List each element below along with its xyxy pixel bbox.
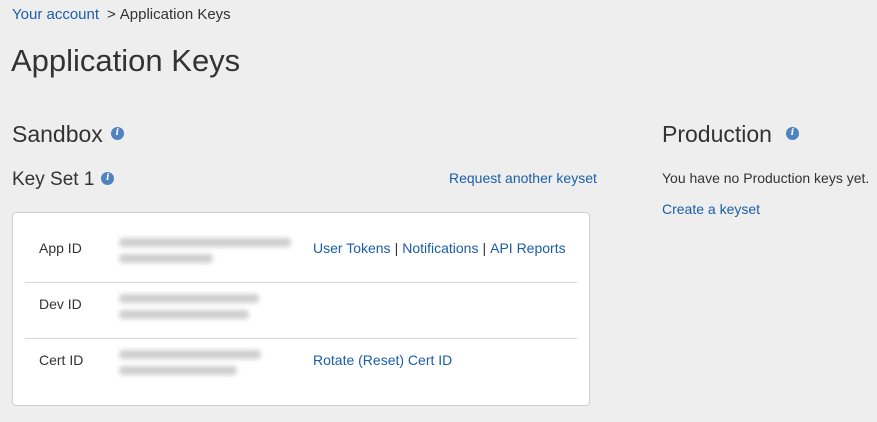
cert-id-value-redacted bbox=[119, 350, 299, 386]
notifications-link[interactable]: Notifications bbox=[402, 240, 478, 256]
rotate-cert-id-link[interactable]: Rotate (Reset) Cert ID bbox=[313, 352, 452, 368]
production-section-title: Production i bbox=[662, 120, 799, 148]
keyset-title-text: Key Set 1 bbox=[12, 169, 95, 190]
keyset-info-icon[interactable]: i bbox=[101, 172, 115, 186]
create-keyset-link[interactable]: Create a keyset bbox=[662, 200, 760, 218]
dev-id-value-redacted bbox=[119, 294, 299, 330]
app-id-value-redacted bbox=[119, 238, 299, 274]
production-empty-message: You have no Production keys yet. bbox=[662, 170, 870, 186]
breadcrumb: Your account > Application Keys bbox=[12, 6, 231, 24]
user-tokens-link[interactable]: User Tokens bbox=[313, 240, 391, 256]
cert-id-label: Cert ID bbox=[39, 352, 84, 368]
action-divider: | bbox=[482, 240, 487, 256]
sandbox-title-text: Sandbox bbox=[12, 121, 103, 147]
key-row-app-id: App ID User Tokens | Notifications | API Rep… bbox=[25, 227, 577, 283]
sandbox-section-title: Sandbox i bbox=[12, 120, 124, 148]
breadcrumb-current: Application Keys bbox=[119, 6, 231, 23]
app-id-label: App ID bbox=[39, 240, 82, 256]
cert-id-actions: Rotate (Reset) Cert ID bbox=[313, 351, 452, 369]
dev-id-label: Dev ID bbox=[39, 296, 82, 312]
key-row-dev-id: Dev ID bbox=[25, 283, 577, 339]
request-another-keyset-link[interactable]: Request another keyset bbox=[449, 169, 597, 187]
keyset-title: Key Set 1 i bbox=[12, 168, 115, 192]
page-title: Application Keys bbox=[11, 43, 241, 78]
production-title-text: Production bbox=[662, 121, 772, 147]
app-id-actions: User Tokens | Notifications | API Reports bbox=[313, 239, 566, 257]
action-divider: | bbox=[394, 240, 399, 256]
key-row-cert-id: Cert ID Rotate (Reset) Cert ID bbox=[25, 339, 577, 394]
api-reports-link[interactable]: API Reports bbox=[490, 240, 565, 256]
production-info-icon[interactable]: i bbox=[785, 127, 799, 141]
keyset-card: App ID User Tokens | Notifications | API Rep… bbox=[12, 212, 590, 406]
breadcrumb-separator: > bbox=[107, 6, 116, 23]
breadcrumb-your-account-link[interactable]: Your account bbox=[12, 6, 99, 23]
sandbox-info-icon[interactable]: i bbox=[110, 127, 124, 141]
